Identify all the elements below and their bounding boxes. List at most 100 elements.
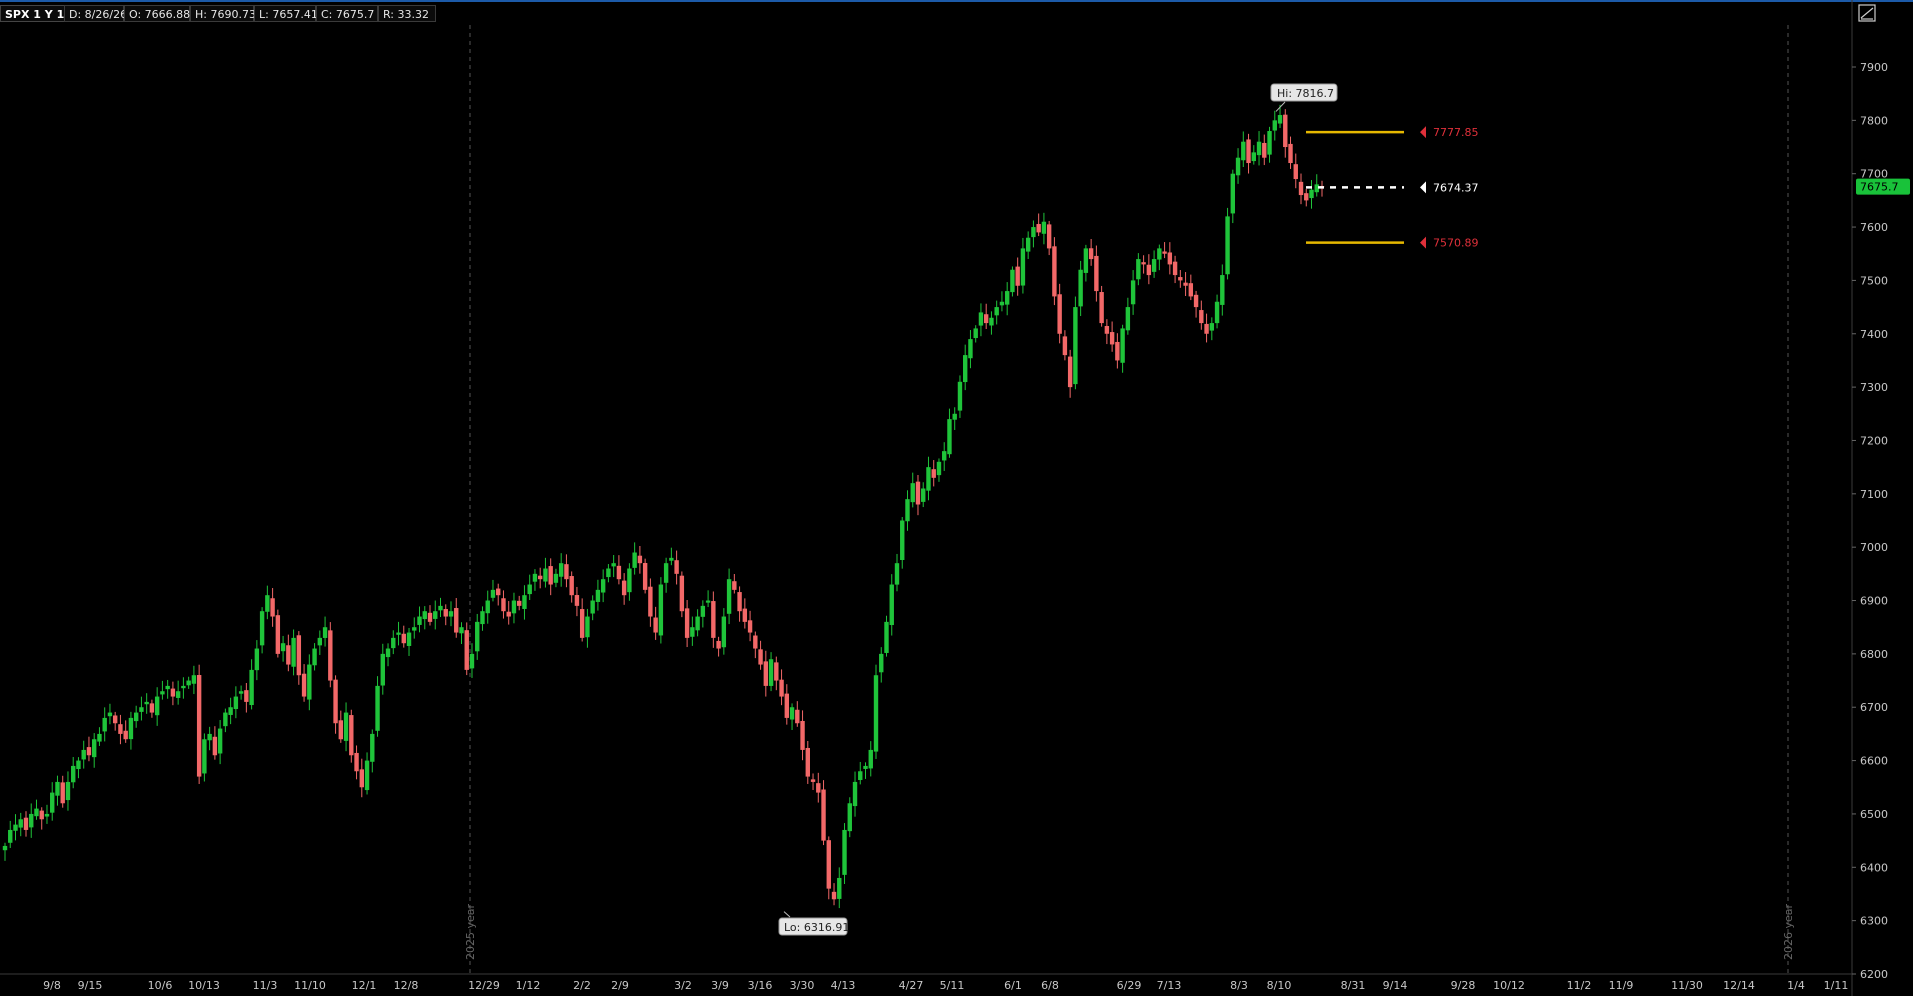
- date-tick-label: 11/9: [1609, 979, 1634, 992]
- candle-body: [375, 685, 380, 731]
- candle-body: [1015, 266, 1020, 286]
- candle-body: [443, 609, 448, 617]
- candle-body: [39, 810, 44, 820]
- candle-body: [543, 568, 548, 582]
- candle-body: [947, 419, 952, 455]
- candle-body: [207, 733, 212, 741]
- candle-body: [427, 612, 433, 622]
- date-tick-label: 12/29: [468, 979, 500, 992]
- candle-body: [716, 640, 721, 649]
- candle-body: [821, 789, 826, 841]
- candle-body: [265, 595, 270, 612]
- date-tick-label: 12/14: [1723, 979, 1755, 992]
- candle-series: [2, 104, 1325, 909]
- candle-body: [705, 600, 711, 603]
- candle-body: [868, 749, 873, 769]
- candle-body: [60, 782, 65, 804]
- candle-body: [154, 696, 160, 716]
- candle-body: [517, 600, 522, 606]
- candle-body: [1283, 114, 1288, 148]
- price-tick-label: 6400: [1860, 861, 1888, 874]
- candle-body: [742, 608, 748, 622]
- chart-settings-icon[interactable]: [1858, 4, 1876, 22]
- candle-body: [674, 560, 679, 574]
- candle-body: [280, 643, 286, 652]
- candle-body: [1262, 142, 1267, 158]
- candle-body: [165, 685, 170, 690]
- candle-body: [926, 467, 931, 491]
- candle-body: [196, 675, 202, 777]
- candle-body: [1041, 221, 1047, 234]
- candle-body: [968, 339, 973, 359]
- date-tick-label: 12/1: [352, 979, 377, 992]
- candle-body: [286, 645, 291, 665]
- candle-body: [1193, 294, 1199, 308]
- candle-body: [1199, 310, 1204, 324]
- candle-body: [658, 584, 664, 636]
- candle-body: [758, 649, 763, 665]
- candle-body: [774, 662, 779, 681]
- candle-body: [1083, 248, 1089, 273]
- candle-body: [249, 669, 254, 706]
- candle-body: [1293, 164, 1298, 180]
- candle-body: [779, 679, 784, 697]
- price-tick-label: 7100: [1860, 488, 1888, 501]
- candle-body: [863, 765, 868, 769]
- candle-body: [1277, 115, 1283, 124]
- candle-body: [364, 760, 370, 791]
- candle-body: [900, 520, 905, 560]
- candle-body: [1120, 328, 1125, 363]
- candle-body: [259, 611, 265, 646]
- candle-body: [333, 679, 338, 724]
- candle-body: [107, 712, 113, 717]
- candle-body: [616, 565, 622, 580]
- candle-body: [380, 653, 385, 686]
- candle-body: [438, 605, 443, 611]
- candle-body: [1130, 280, 1136, 305]
- candle-body: [831, 891, 837, 900]
- candle-body: [459, 627, 464, 634]
- candle-body: [816, 783, 821, 793]
- candle-body: [684, 608, 690, 638]
- candle-body: [1025, 237, 1031, 252]
- candle-body: [433, 611, 438, 619]
- candle-body: [826, 840, 831, 889]
- candle-body: [1230, 173, 1236, 214]
- chart-grid: 2025 year 2026 year: [0, 0, 1853, 996]
- candle-body: [653, 617, 658, 633]
- candle-body: [1046, 224, 1052, 249]
- candle-body: [118, 724, 123, 734]
- candle-body: [679, 575, 685, 612]
- candle-body: [1172, 261, 1178, 276]
- price-chart[interactable]: 2025 year 2026 year 7777.85 7674.37 7570.89…: [0, 0, 1913, 996]
- candle-body: [642, 563, 648, 590]
- candle-body: [585, 616, 590, 638]
- candle-body: [170, 688, 176, 697]
- price-tick-label: 7900: [1860, 61, 1888, 74]
- candle-body: [532, 573, 538, 582]
- candle-body: [700, 605, 706, 617]
- candle-body: [768, 659, 774, 686]
- price-levels: 7777.85 7674.37 7570.89: [1306, 126, 1479, 250]
- candle-body: [590, 600, 595, 614]
- candle-body: [1036, 224, 1041, 233]
- candle-body: [726, 579, 732, 614]
- candle-body: [338, 720, 344, 740]
- date-tick-label: 8/31: [1341, 979, 1366, 992]
- candle-body: [1188, 283, 1194, 297]
- candle-body: [1235, 157, 1241, 176]
- candle-body: [721, 616, 727, 648]
- candle-body: [133, 712, 139, 722]
- midline-label: 7674.37: [1433, 181, 1479, 194]
- candle-body: [1057, 294, 1062, 334]
- candle-body: [401, 633, 406, 644]
- date-tick-label: 1/11: [1824, 979, 1849, 992]
- date-tick-label: 4/27: [899, 979, 924, 992]
- candle-body: [1309, 189, 1314, 199]
- candle-body: [1062, 336, 1068, 356]
- candle-body: [312, 648, 317, 666]
- date-tick-label: 4/13: [831, 979, 856, 992]
- price-tick-label: 6200: [1860, 968, 1888, 981]
- candle-body: [1288, 143, 1293, 164]
- candle-body: [496, 588, 501, 596]
